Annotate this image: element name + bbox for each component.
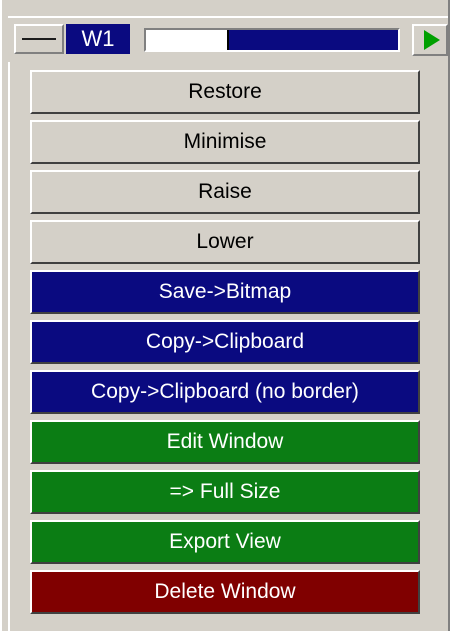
- copy-clipboard-no-border-button[interactable]: Copy->Clipboard (no border): [30, 370, 420, 414]
- window-label[interactable]: W1: [66, 24, 130, 54]
- dash-icon[interactable]: [14, 24, 64, 54]
- menu-side-strip: [8, 62, 28, 631]
- minimise-button[interactable]: Minimise: [30, 120, 420, 164]
- full-size-button[interactable]: => Full Size: [30, 470, 420, 514]
- panel-edge: [0, 0, 2, 631]
- window-header-bar: W1: [8, 18, 448, 62]
- save-bitmap-button[interactable]: Save->Bitmap: [30, 270, 420, 314]
- window-popup-panel: W1 Restore Minimise Raise Lower Save->Bitmap…: [0, 0, 450, 631]
- play-button[interactable]: [412, 24, 448, 56]
- raise-button[interactable]: Raise: [30, 170, 420, 214]
- edit-window-button[interactable]: Edit Window: [30, 420, 420, 464]
- delete-window-button[interactable]: Delete Window: [30, 570, 420, 614]
- copy-clipboard-button[interactable]: Copy->Clipboard: [30, 320, 420, 364]
- window-menu: Restore Minimise Raise Lower Save->Bitmap Cop…: [30, 70, 420, 620]
- play-triangle-icon: [424, 30, 440, 50]
- slider-fill[interactable]: [146, 30, 229, 50]
- lower-button[interactable]: Lower: [30, 220, 420, 264]
- window-slider[interactable]: [144, 28, 400, 52]
- restore-button[interactable]: Restore: [30, 70, 420, 114]
- dash-line: [22, 38, 56, 40]
- export-view-button[interactable]: Export View: [30, 520, 420, 564]
